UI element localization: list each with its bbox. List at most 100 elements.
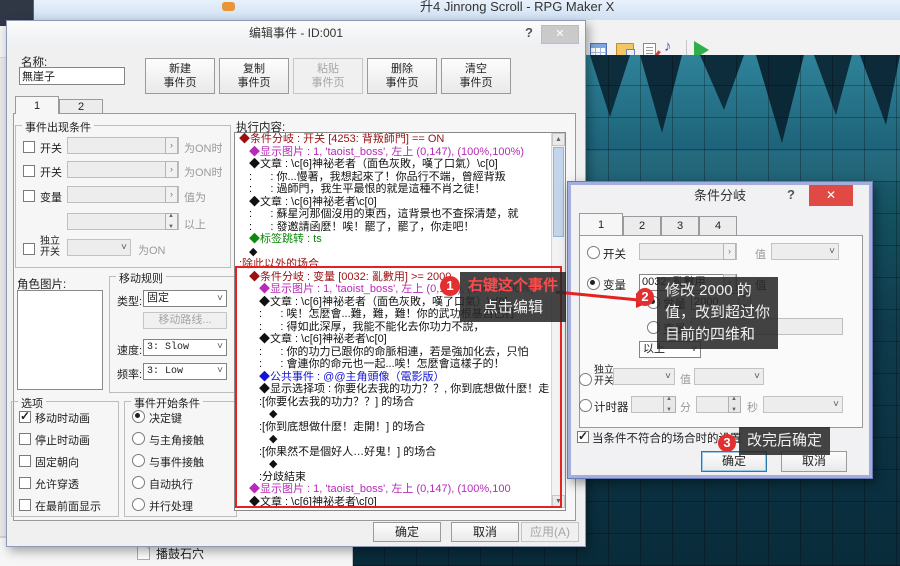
step-2-tooltip: 修改 2000 的 值，改到超过你 目前的四维和 — [657, 277, 778, 349]
condition-value-spinner — [165, 213, 178, 230]
ok-button[interactable]: 确定 — [373, 522, 441, 542]
switch1-picker-button: › — [165, 137, 178, 154]
exec-line[interactable]: ◆公共事件 : @@主角頭像（電影版） — [235, 371, 565, 384]
close-icon[interactable] — [541, 25, 579, 44]
trigger-player-touch-radio[interactable] — [132, 432, 145, 445]
branch-selfswitch-radio[interactable] — [579, 373, 592, 386]
condition-switch1-input — [67, 137, 179, 154]
exec-line[interactable]: ◆显示图片 : 1, 'taoist_boss', 左上 (0,147), (1… — [235, 146, 565, 159]
branch-switch-value-dropdown — [771, 243, 839, 260]
scroll-down-icon[interactable]: ▼ — [552, 495, 565, 508]
exec-line[interactable]: : : 你...慢著，我想起來了！你品行不端，曾經背叛 — [235, 171, 565, 184]
sound-test-icon[interactable]: ♪ — [664, 38, 672, 55]
move-type-label: 类型: — [117, 293, 142, 309]
selfswitch-dropdown — [67, 239, 131, 256]
page-tab-1[interactable]: 1 — [15, 96, 59, 114]
character-graphic-box[interactable] — [17, 290, 103, 390]
exec-line[interactable]: ◆ — [235, 433, 565, 446]
branch-selfswitch-dropdown — [613, 368, 675, 385]
exec-line[interactable]: : : 過師門，我生平最恨的就是這種不肖之徒！ — [235, 183, 565, 196]
condition-value-spinbox — [67, 213, 179, 230]
exec-line[interactable]: ◆文章 : \c[6]神祕老者（面色灰敗，嘆了口氣）\c[0] — [235, 158, 565, 171]
exec-line[interactable]: ◆文章 : \c[6]神祕老者\c[0] — [235, 196, 565, 209]
trigger-event-touch-radio[interactable] — [132, 454, 145, 467]
condition-selfswitch-checkbox[interactable] — [23, 243, 35, 255]
exec-line[interactable]: : : 會連你的命元也一起...唉！怎麼會這樣子的！ — [235, 358, 565, 371]
exec-line[interactable]: :[你要化去我的功力？？] 的场合 — [235, 396, 565, 409]
exec-line[interactable]: ◆文章 : \c[6]神祕老者\c[0] — [235, 496, 565, 509]
scroll-up-icon[interactable]: ▲ — [552, 133, 565, 146]
switch2-picker-button: › — [165, 161, 178, 178]
option-step-anime-checkbox[interactable] — [19, 433, 31, 445]
branch-else-checkbox[interactable] — [577, 431, 589, 443]
branch-switch-radio[interactable] — [587, 246, 600, 259]
branch-timer-min-spinner — [663, 396, 676, 413]
help-button[interactable]: ? — [521, 25, 537, 40]
exec-line[interactable]: : : 得如此深厚，我能不能化去你功力不說， — [235, 321, 565, 334]
step-2-badge: 2 — [636, 288, 654, 306]
condition-switch1-checkbox[interactable] — [23, 141, 35, 153]
exec-line[interactable]: : : 蘇星河那個沒用的東西，這背景也不查探清楚，就 — [235, 208, 565, 221]
paste-page-button: 粘贴 事件页 — [293, 58, 363, 94]
move-freq-label: 频率: — [117, 366, 142, 382]
branch-timer-sec-spinner — [728, 396, 741, 413]
exec-line[interactable]: ◆文章 : \c[6]神祕老者\c[0] — [235, 333, 565, 346]
branch-timer-cmp-dropdown — [763, 396, 843, 413]
option-fix-direction-checkbox[interactable] — [19, 455, 31, 467]
trigger-action-radio[interactable] — [132, 410, 145, 423]
window-titlebar: 升4 Jinrong Scroll - RPG Maker X — [0, 0, 900, 20]
move-freq-dropdown[interactable]: 3: Low — [143, 363, 227, 380]
option-through-checkbox[interactable] — [19, 477, 31, 489]
edit-dialog-title: 编辑事件 - ID:001 — [249, 26, 343, 40]
titlebar-app-icon — [222, 2, 235, 11]
scrollbar-thumb[interactable] — [553, 147, 564, 237]
branch-help-button[interactable]: ? — [787, 187, 795, 202]
branch-close-icon[interactable] — [809, 185, 853, 206]
exec-line[interactable]: ◆标签跳转 : ts — [235, 233, 565, 246]
move-speed-label: 速度: — [117, 342, 142, 358]
exec-line[interactable]: ◆ — [235, 458, 565, 471]
branch-tab-4[interactable]: 4 — [699, 216, 737, 235]
exec-line[interactable]: : : 你的功力已跟你的命脈相連，若是強加化去，只怕 — [235, 346, 565, 359]
page-tab-2[interactable]: 2 — [59, 99, 103, 114]
edit-dialog-titlebar[interactable]: 编辑事件 - ID:001 — [7, 21, 585, 47]
exec-line[interactable]: :[你到底想做什麼！走開！] 的场合 — [235, 421, 565, 434]
branch-tab-3[interactable]: 3 — [661, 216, 699, 235]
delete-page-button[interactable]: 删除 事件页 — [367, 58, 437, 94]
condition-variable-checkbox[interactable] — [23, 190, 35, 202]
branch-switch-picker: › — [723, 243, 736, 260]
exec-line[interactable]: : : 發邀請函麼！唉！罷了，罷了，你走吧！ — [235, 221, 565, 234]
branch-variable-radio[interactable] — [587, 277, 600, 290]
exec-line[interactable]: ◆ — [235, 246, 565, 259]
exec-line[interactable]: :[你果然不是個好人…好鬼！] 的场合 — [235, 446, 565, 459]
condition-switch2-input — [67, 161, 179, 178]
move-speed-dropdown[interactable]: 3: Slow — [143, 339, 227, 356]
exec-line[interactable]: ◆显示选择项 : 你要化去我的功力？？, 你到底想做什麼！走 — [235, 383, 565, 396]
event-name-input[interactable] — [19, 67, 125, 85]
step-1-tooltip: 右键这个事件 点击编辑 — [460, 272, 566, 322]
trigger-parallel-radio[interactable] — [132, 498, 145, 511]
exec-line[interactable]: :分歧結束 — [235, 471, 565, 484]
move-type-dropdown[interactable]: 固定 — [143, 290, 227, 307]
new-page-button[interactable]: 新建 事件页 — [145, 58, 215, 94]
clear-page-button[interactable]: 清空 事件页 — [441, 58, 511, 94]
exec-line[interactable]: ◆ — [235, 408, 565, 421]
step-1-badge: 1 — [440, 276, 460, 296]
copy-page-button[interactable]: 复制 事件页 — [219, 58, 289, 94]
option-always-on-top-checkbox[interactable] — [19, 499, 31, 511]
step-3-badge: 3 — [718, 434, 736, 452]
branch-dialog-title: 条件分岐 — [694, 188, 746, 203]
exec-content-label: 执行内容: — [236, 119, 285, 135]
map-tree-item[interactable]: 播鼓石穴 — [156, 545, 204, 562]
branch-timer-radio[interactable] — [579, 399, 592, 412]
cancel-button[interactable]: 取消 — [451, 522, 519, 542]
exec-line[interactable]: :除此以外的场合 — [235, 258, 565, 271]
branch-tab-1[interactable]: 1 — [579, 213, 623, 235]
branch-tab-2[interactable]: 2 — [623, 216, 661, 235]
move-route-button: 移动路线... — [143, 312, 227, 329]
option-walk-anime-checkbox[interactable] — [19, 411, 31, 423]
exec-line[interactable]: ◆显示图片 : 1, 'taoist_boss', 左上 (0,147), (1… — [235, 483, 565, 496]
apply-button: 应用(A) — [521, 522, 579, 542]
trigger-autorun-radio[interactable] — [132, 476, 145, 489]
condition-switch2-checkbox[interactable] — [23, 165, 35, 177]
